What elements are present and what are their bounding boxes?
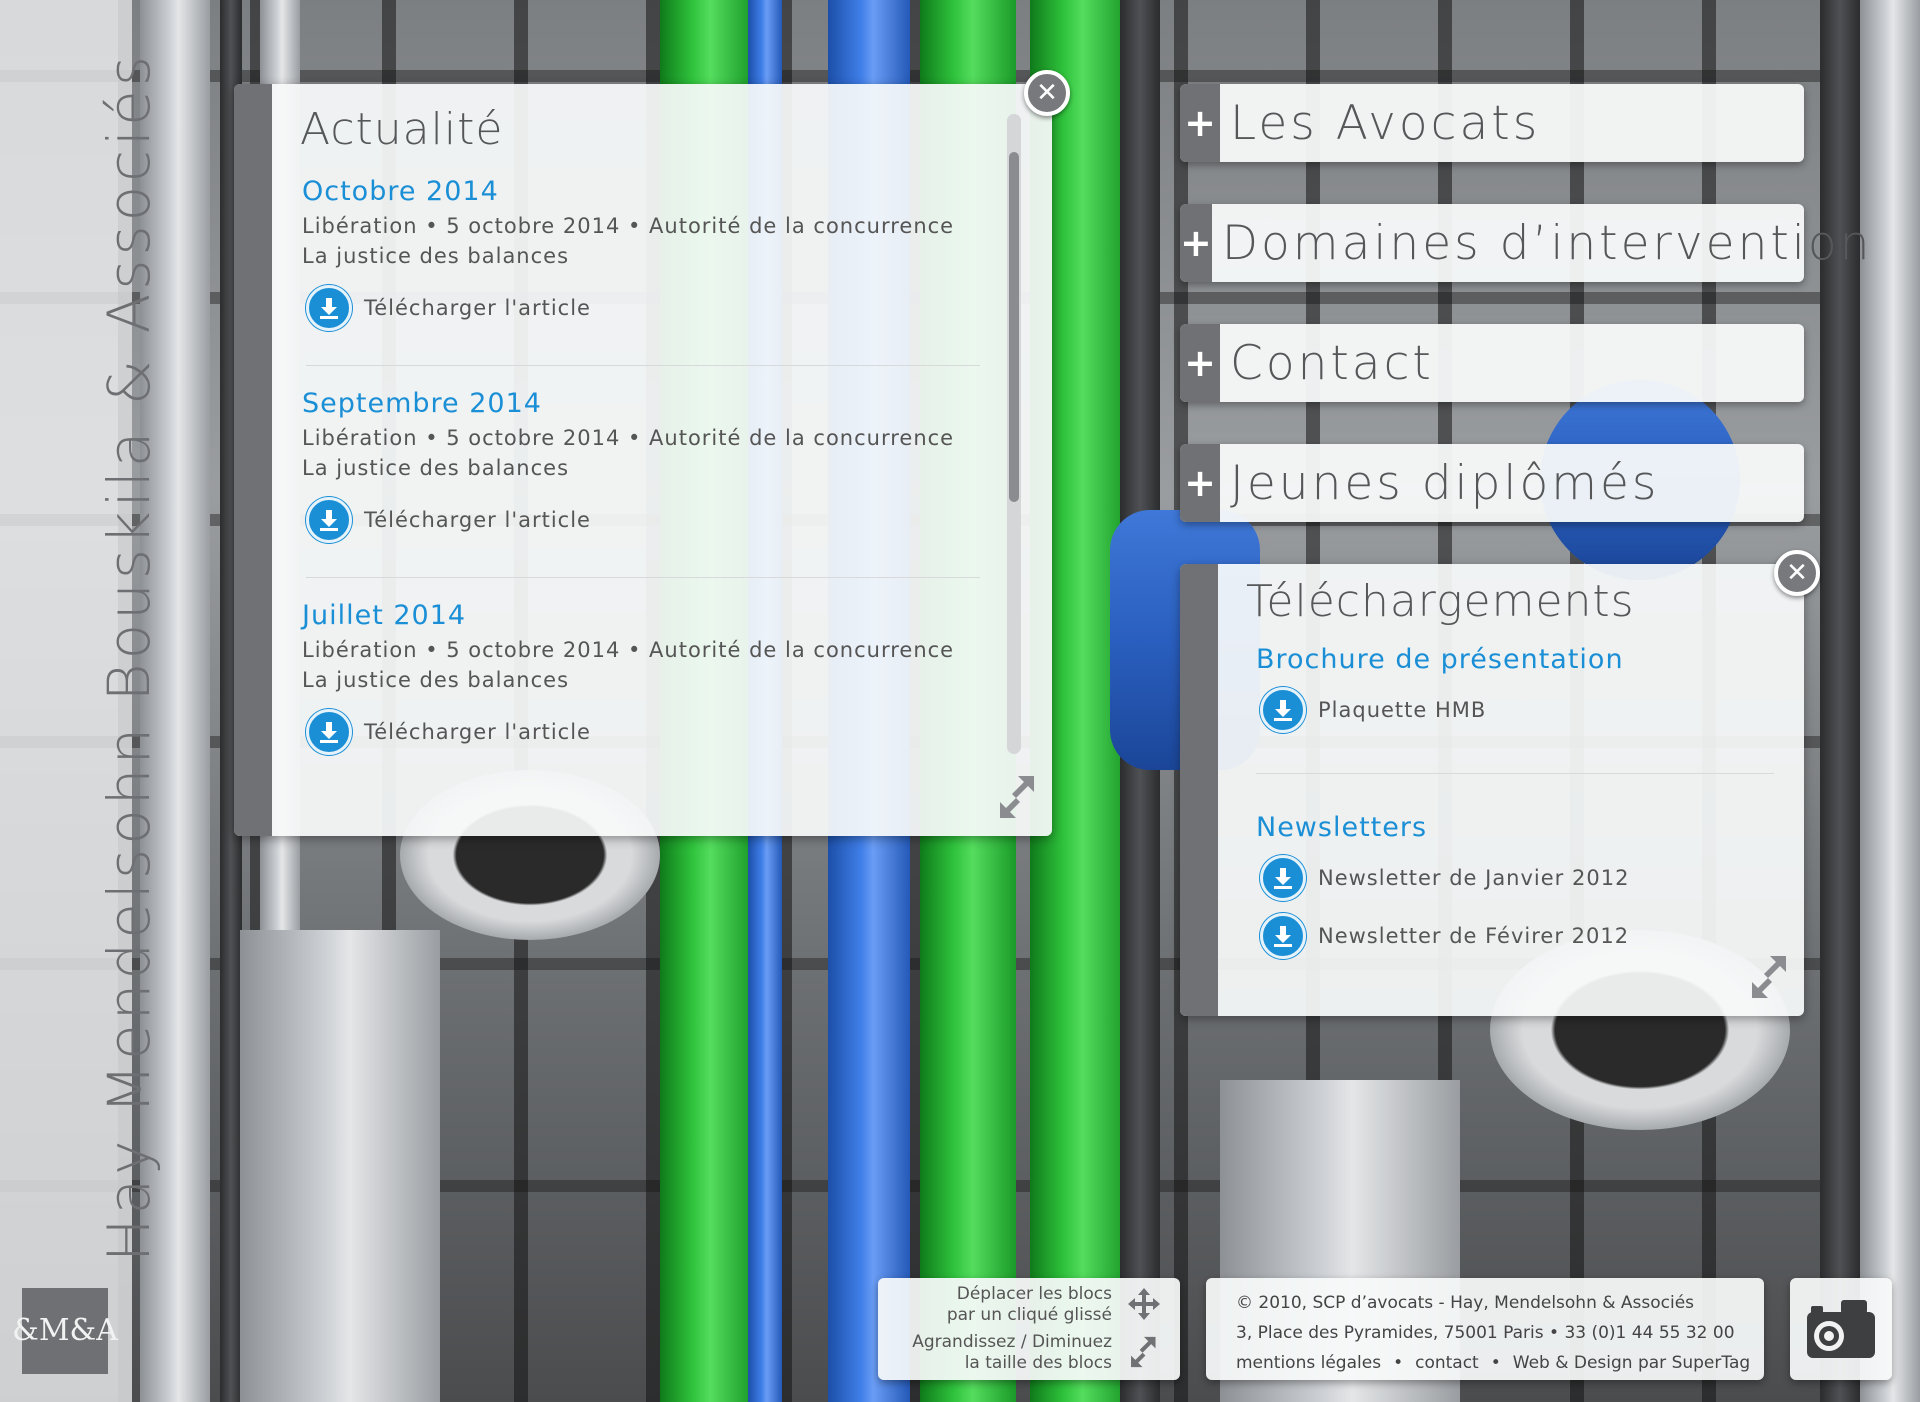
help-move-line2: par un cliqué glissé: [946, 1305, 1112, 1325]
divider: [306, 577, 980, 578]
section-heading: Newsletters: [1256, 812, 1428, 843]
news-month: Octobre 2014: [302, 176, 499, 207]
plus-icon[interactable]: +: [1180, 204, 1212, 282]
download-label[interactable]: Télécharger l'article: [364, 720, 591, 744]
news-meta: Libération • 5 octobre 2014 • Autorité d…: [302, 426, 955, 450]
file-label[interactable]: Newsletter de Févirer 2012: [1318, 924, 1629, 948]
credit-link[interactable]: Web & Design par SuperTag: [1513, 1348, 1750, 1378]
panel-drag-bar[interactable]: [234, 84, 272, 836]
downloads-panel[interactable]: Téléchargements Brochure de présentation…: [1180, 550, 1820, 1016]
footer: © 2010, SCP d’avocats - Hay, Mendelsohn …: [1206, 1278, 1764, 1380]
divider: [306, 365, 980, 366]
download-label[interactable]: Télécharger l'article: [364, 296, 591, 320]
firm-logo[interactable]: &M&A: [12, 1288, 118, 1374]
legal-link[interactable]: mentions légales: [1236, 1348, 1381, 1378]
download-article-link[interactable]: Télécharger l'article: [306, 709, 1002, 755]
close-icon[interactable]: ✕: [1774, 550, 1820, 596]
download-file-link[interactable]: Newsletter de Févirer 2012: [1260, 913, 1774, 959]
panel-drag-bar[interactable]: [1180, 564, 1218, 1016]
brand-strip: Hay Mendelsohn Bouskila & Associés &M&A: [0, 0, 163, 1402]
download-label[interactable]: Télécharger l'article: [364, 508, 591, 532]
download-article-link[interactable]: Télécharger l'article: [306, 285, 1002, 331]
menu-label[interactable]: Domaines d’intervention: [1222, 216, 1873, 271]
news-panel[interactable]: Actualité Octobre 2014 Libération • 5 oc…: [234, 70, 1070, 836]
footer-links: mentions légales • contact • Web & Desig…: [1236, 1348, 1764, 1378]
news-month: Juillet 2014: [302, 600, 467, 631]
news-panel-title: Actualité: [300, 104, 504, 155]
menu-label[interactable]: Les Avocats: [1230, 96, 1540, 151]
logo-text: &M&A: [12, 1313, 118, 1348]
download-icon[interactable]: [1260, 913, 1306, 959]
download-icon[interactable]: [1260, 855, 1306, 901]
footer-address: 3, Place des Pyramides, 75001 Paris • 33…: [1236, 1323, 1735, 1343]
news-item: Octobre 2014 Libération • 5 octobre 2014…: [302, 176, 1002, 388]
help-resize-line2: la taille des blocs: [964, 1353, 1112, 1373]
menu-label[interactable]: Contact: [1230, 336, 1434, 391]
news-meta: Libération • 5 octobre 2014 • Autorité d…: [302, 214, 955, 238]
downloads-content: Brochure de présentation Plaquette HMB N…: [1256, 644, 1774, 959]
news-meta: Libération • 5 octobre 2014 • Autorité d…: [302, 638, 955, 662]
file-label[interactable]: Plaquette HMB: [1318, 698, 1486, 722]
menu-item-domaines[interactable]: + Domaines d’intervention: [1180, 204, 1869, 282]
download-icon[interactable]: [1260, 687, 1306, 733]
scrollbar-track[interactable]: [1007, 114, 1021, 754]
resize-icon[interactable]: [1748, 952, 1792, 1002]
news-headline: La justice des balances: [302, 668, 570, 692]
news-month: Septembre 2014: [302, 388, 542, 419]
close-icon[interactable]: ✕: [1024, 70, 1070, 116]
plus-icon[interactable]: +: [1180, 444, 1220, 522]
menu-item-contact[interactable]: + Contact: [1180, 324, 1804, 402]
help-move-text: Déplacer les blocs par un cliqué glissé: [947, 1284, 1112, 1326]
menu-item-jeunes-diplomes[interactable]: + Jeunes diplômés: [1180, 444, 1804, 522]
news-item: Septembre 2014 Libération • 5 octobre 20…: [302, 388, 1002, 600]
separator: •: [1490, 1353, 1501, 1373]
download-article-link[interactable]: Télécharger l'article: [306, 497, 1002, 543]
file-label[interactable]: Newsletter de Janvier 2012: [1318, 866, 1629, 890]
news-list: Octobre 2014 Libération • 5 octobre 2014…: [302, 176, 1002, 812]
plus-icon[interactable]: +: [1180, 84, 1220, 162]
news-headline: La justice des balances: [302, 456, 570, 480]
download-file-link[interactable]: Newsletter de Janvier 2012: [1260, 855, 1774, 901]
help-resize-text: Agrandissez / Diminuez la taille des blo…: [912, 1332, 1112, 1374]
scrollbar-thumb[interactable]: [1009, 152, 1019, 502]
resize-icon[interactable]: [996, 772, 1040, 822]
download-icon[interactable]: [306, 497, 352, 543]
firm-name: Hay Mendelsohn Bouskila & Associés: [95, 51, 163, 1262]
section-heading: Brochure de présentation: [1256, 644, 1624, 675]
news-item: Juillet 2014 Libération • 5 octobre 2014…: [302, 600, 1002, 812]
resize-icon: [1131, 1336, 1156, 1368]
help-resize-line1: Agrandissez / Diminuez: [912, 1332, 1112, 1352]
camera-icon[interactable]: [1805, 1298, 1877, 1360]
news-headline: La justice des balances: [302, 244, 570, 268]
downloads-panel-title: Téléchargements: [1246, 576, 1635, 627]
help-move-line1: Déplacer les blocs: [956, 1284, 1112, 1304]
plus-icon[interactable]: +: [1180, 324, 1220, 402]
footer-copyright: © 2010, SCP d’avocats - Hay, Mendelsohn …: [1236, 1293, 1695, 1313]
download-icon[interactable]: [306, 285, 352, 331]
contact-link[interactable]: contact: [1415, 1348, 1479, 1378]
help-box: Déplacer les blocs par un cliqué glissé …: [878, 1278, 1180, 1380]
menu-label[interactable]: Jeunes diplômés: [1230, 456, 1659, 511]
camera-button[interactable]: [1790, 1278, 1892, 1380]
menu-item-les-avocats[interactable]: + Les Avocats: [1180, 84, 1804, 162]
separator: •: [1393, 1353, 1404, 1373]
divider: [1256, 773, 1774, 774]
download-file-link[interactable]: Plaquette HMB: [1260, 687, 1774, 733]
move-arrows-icon: [1128, 1288, 1160, 1320]
download-icon[interactable]: [306, 709, 352, 755]
